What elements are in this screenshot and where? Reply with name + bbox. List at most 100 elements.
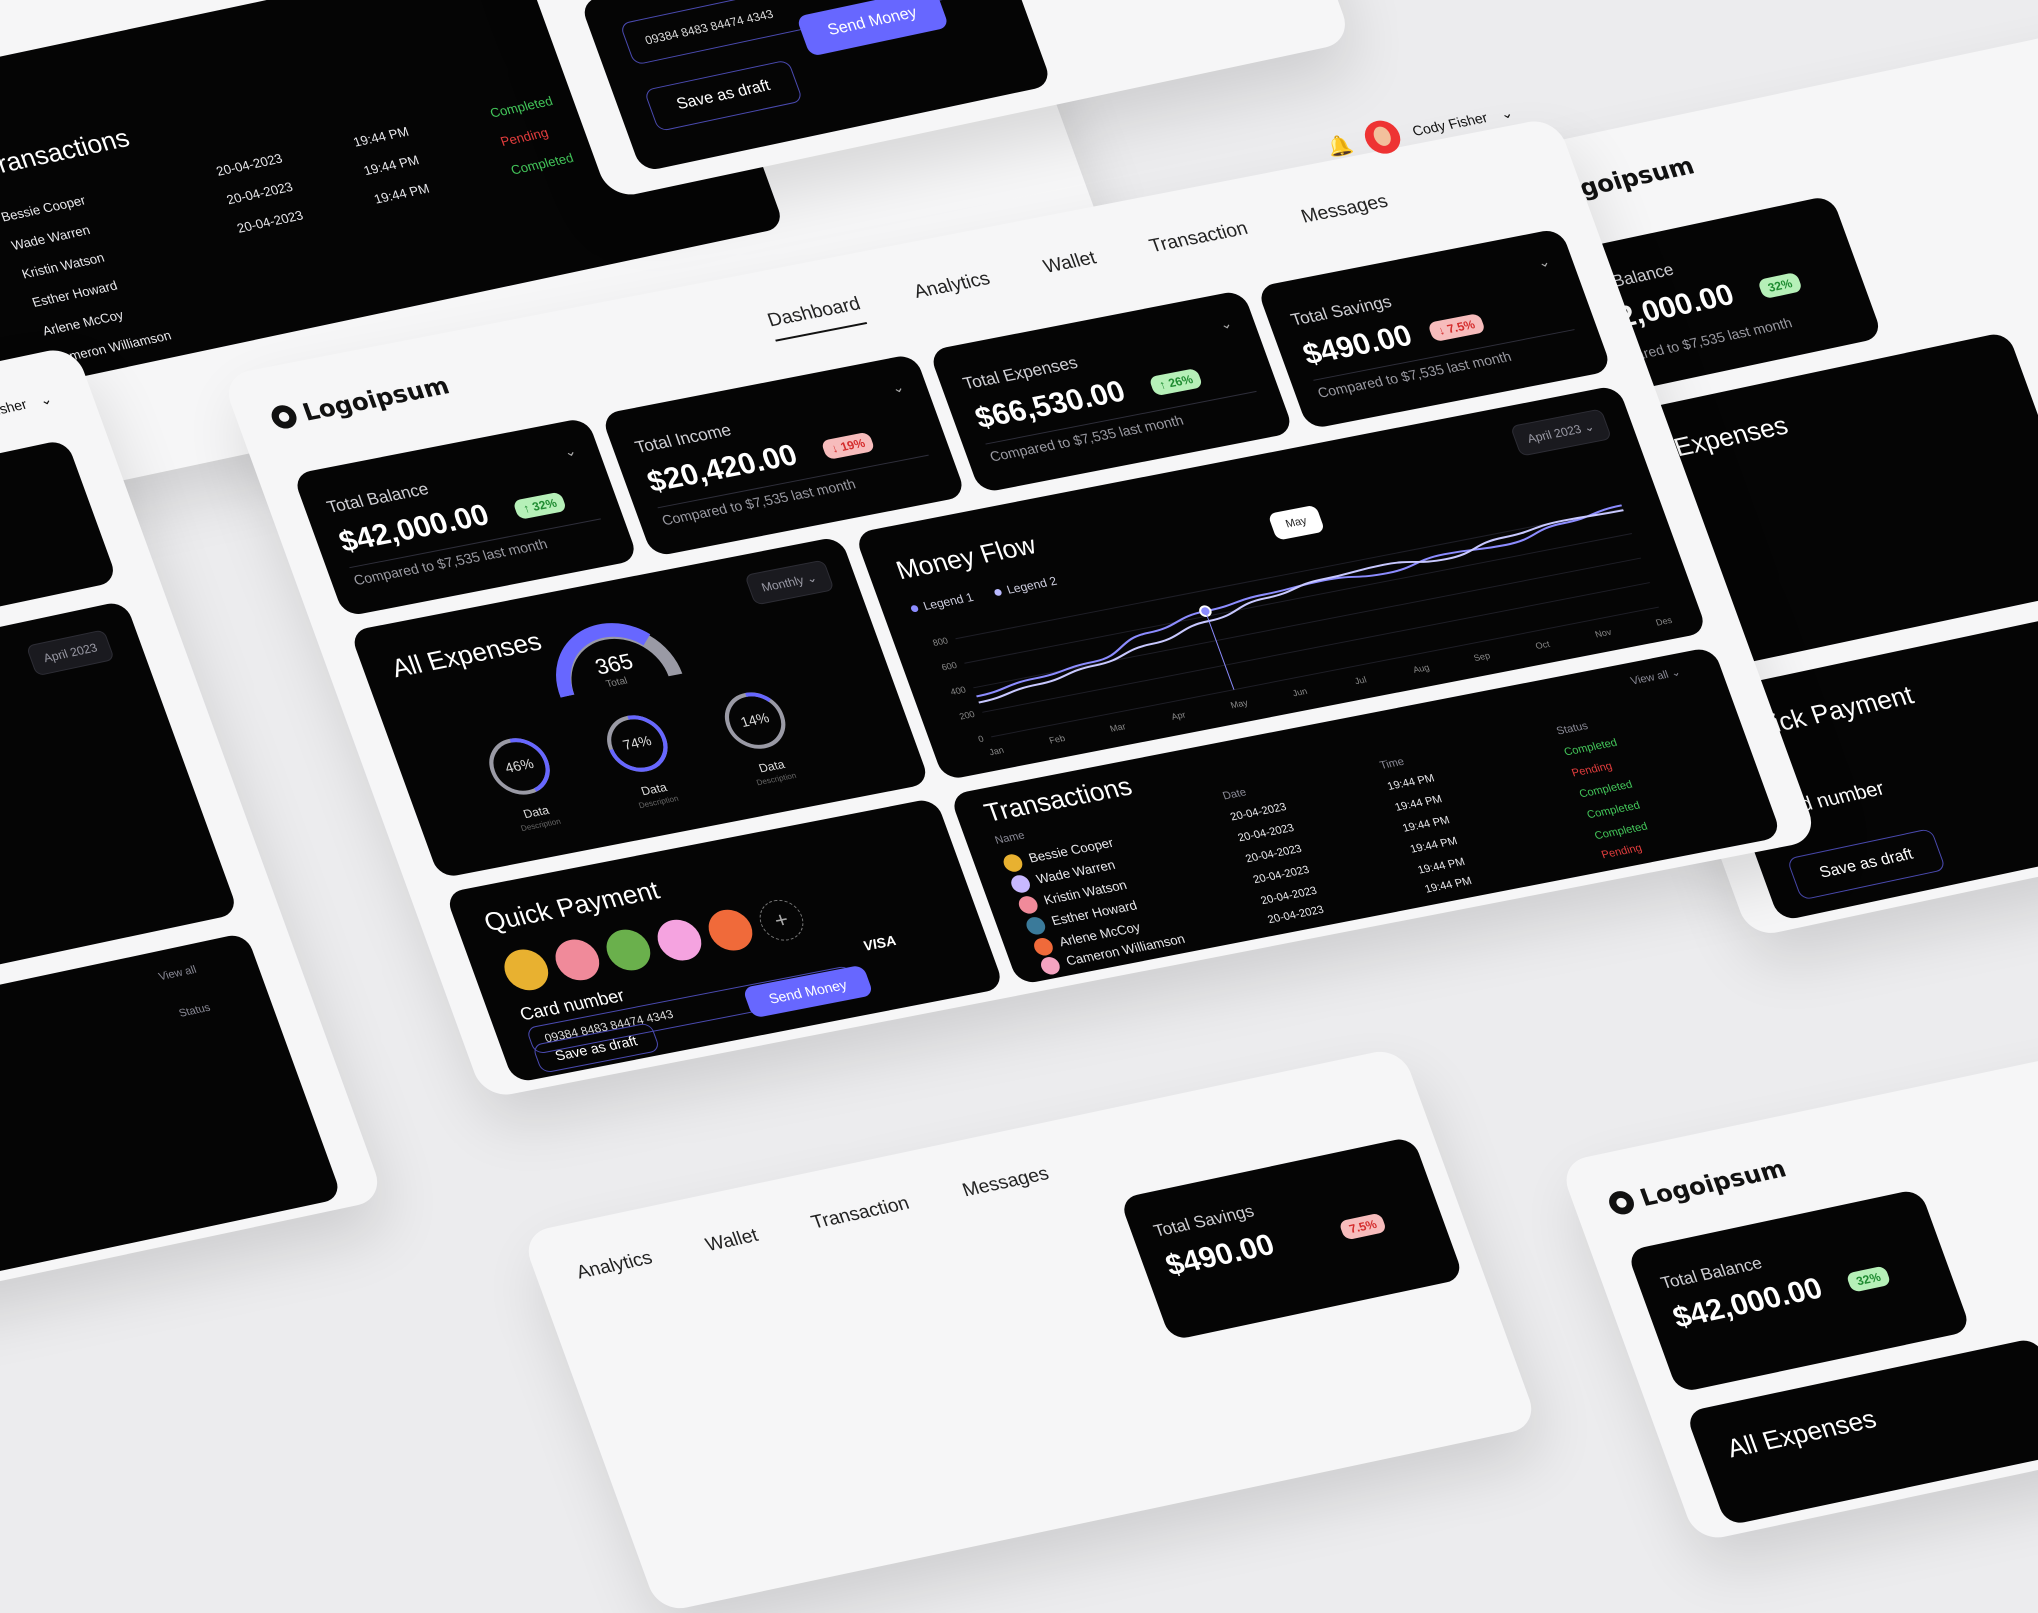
stat-badge: 32% [1845, 1265, 1892, 1293]
legend-item: Legend 2 [992, 574, 1059, 599]
period-dropdown-label: Monthly [759, 573, 806, 595]
x-tick-label: Aug [1412, 662, 1431, 675]
tx-time: 19:44 PM [1416, 856, 1467, 877]
col-status: Status [177, 1001, 213, 1020]
x-tick-label: Mar [1108, 721, 1127, 733]
legend-dot [993, 588, 1003, 597]
tab-messages[interactable]: Messages [1298, 191, 1394, 238]
user-menu[interactable]: 🔔 Cody Fisher ⌄ [1322, 96, 1518, 164]
contact-avatar[interactable] [498, 945, 555, 994]
col-status: Status [1554, 720, 1590, 738]
mockup-scene: Transactions Bessie Cooper Wade Warren K… [0, 0, 2038, 1613]
save-draft-button[interactable]: Save as draft [1786, 827, 1947, 901]
x-tick-label: Nov [1594, 627, 1614, 640]
chevron-down-icon: ⌄ [1497, 103, 1515, 122]
tab-transaction[interactable]: Transaction [1147, 218, 1255, 267]
tx-name: Kristin Watson [19, 249, 107, 282]
tx-time: 19:44 PM [1385, 772, 1437, 793]
y-tick-label: 0 [977, 734, 985, 744]
view-all-label: View all [1629, 668, 1671, 688]
bell-icon[interactable]: 🔔 [1323, 131, 1356, 160]
period-dropdown[interactable]: Monthly ⌄ [743, 559, 835, 606]
chevron-down-icon[interactable]: ⌄ [1535, 253, 1552, 271]
gridline [973, 557, 1642, 689]
avatar [1001, 852, 1025, 874]
stat-badge: ↓ 19% [820, 431, 876, 461]
x-tick-label: Des [1654, 615, 1674, 628]
view-all-link[interactable]: View all ⌄ [1629, 666, 1683, 688]
tx-date: 20-04-2023 [1228, 801, 1289, 824]
contact-avatar[interactable] [651, 916, 708, 965]
tab-transaction[interactable]: Transaction [809, 1193, 913, 1234]
tx-date: 20-04-2023 [224, 179, 295, 208]
stat-badge: 7.5% [0, 523, 3, 552]
avatar [1031, 936, 1056, 958]
quick-payment-title: Quick Payment [479, 874, 664, 938]
stat-badge: ↓ 7.5% [1427, 313, 1486, 343]
tab-dashboard[interactable]: Dashboard [764, 293, 868, 342]
x-tick-label: May [1229, 698, 1250, 711]
logo: Logoipsum [1605, 1155, 1790, 1219]
tab-analytics[interactable]: Analytics [911, 268, 997, 313]
tx-name: Bessie Cooper [0, 192, 88, 225]
save-draft-button[interactable]: Save as draft [643, 59, 804, 132]
contact-avatar[interactable] [549, 935, 606, 984]
tab-messages[interactable]: Messages [960, 1163, 1052, 1202]
stat-badge: ↑ 32% [512, 491, 568, 520]
x-tick-label: Feb [1048, 733, 1067, 745]
chevron-down-icon[interactable]: ⌄ [889, 379, 906, 397]
month-dropdown-label: April 2023 [1525, 422, 1584, 446]
chevron-down-icon[interactable]: ⌄ [561, 442, 578, 460]
tx-date: 20-04-2023 [1251, 863, 1312, 887]
chevron-down-icon: ⌄ [804, 570, 819, 586]
tab-wallet[interactable]: Wallet [1041, 248, 1103, 288]
y-tick-label: 800 [931, 636, 949, 648]
highlight-point[interactable] [1199, 605, 1212, 618]
x-tick-label: Sep [1472, 651, 1491, 664]
tx-status: Pending [1570, 760, 1614, 780]
logo-text: Logoipsum [298, 371, 454, 427]
tx-time: 19:44 PM [351, 123, 411, 150]
tx-status: Pending [1599, 842, 1644, 862]
add-contact-button[interactable]: + [753, 896, 810, 945]
legend-label: Legend 2 [1004, 573, 1059, 597]
nav-tabs-bg: Analytics Wallet Transaction Messages [574, 1163, 1052, 1284]
contact-avatar[interactable] [600, 926, 657, 974]
dashboard-panel-bottom: Analytics Wallet Transaction Messages To… [520, 1046, 1540, 1613]
tx-name: Arlene McCoy [40, 307, 126, 339]
tab-analytics[interactable]: Analytics [574, 1248, 656, 1285]
tx-time: 19:44 PM [1423, 875, 1474, 896]
logo: Logoipsum [267, 372, 453, 433]
transactions-title: Transactions [0, 122, 134, 182]
tx-status: Completed [488, 93, 555, 121]
month-dropdown[interactable]: April 2023 [25, 629, 115, 677]
month-dropdown[interactable]: April 2023 ⌄ [1509, 408, 1613, 457]
avatar [1023, 915, 1048, 937]
view-all-link[interactable]: View all [157, 964, 198, 983]
badge-text: 7.5% [1445, 317, 1477, 336]
stat-badge: ↑ 26% [1148, 367, 1204, 397]
stat-value: $490.00 [1298, 319, 1417, 372]
tx-status: Pending [498, 124, 551, 149]
chart-tooltip: May [1267, 504, 1326, 541]
avatar [1016, 894, 1041, 916]
tx-date: 20-04-2023 [1259, 884, 1319, 908]
avatar [1359, 117, 1405, 157]
tx-time: 19:44 PM [1408, 835, 1460, 856]
transactions-card-bg: View all Status [0, 932, 343, 1348]
visa-logo: VISA [860, 932, 899, 954]
col-name: Name [993, 829, 1027, 847]
chevron-down-icon: ⌄ [1669, 666, 1683, 680]
chevron-down-icon[interactable]: ⌄ [1217, 315, 1234, 333]
tx-date: 20-04-2023 [234, 207, 306, 236]
x-tick-label: Apr [1170, 710, 1187, 722]
tx-date: 20-04-2023 [214, 150, 285, 179]
tx-status: Completed [1592, 820, 1650, 843]
contact-avatar[interactable] [702, 906, 759, 955]
user-name: Cody Fisher [1410, 109, 1490, 139]
tx-date: 20-04-2023 [1266, 903, 1326, 927]
tx-status: Completed [1562, 736, 1619, 759]
col-date: Date [1221, 786, 1249, 803]
stat-badge: 32% [1757, 271, 1804, 300]
tab-wallet[interactable]: Wallet [703, 1225, 762, 1257]
